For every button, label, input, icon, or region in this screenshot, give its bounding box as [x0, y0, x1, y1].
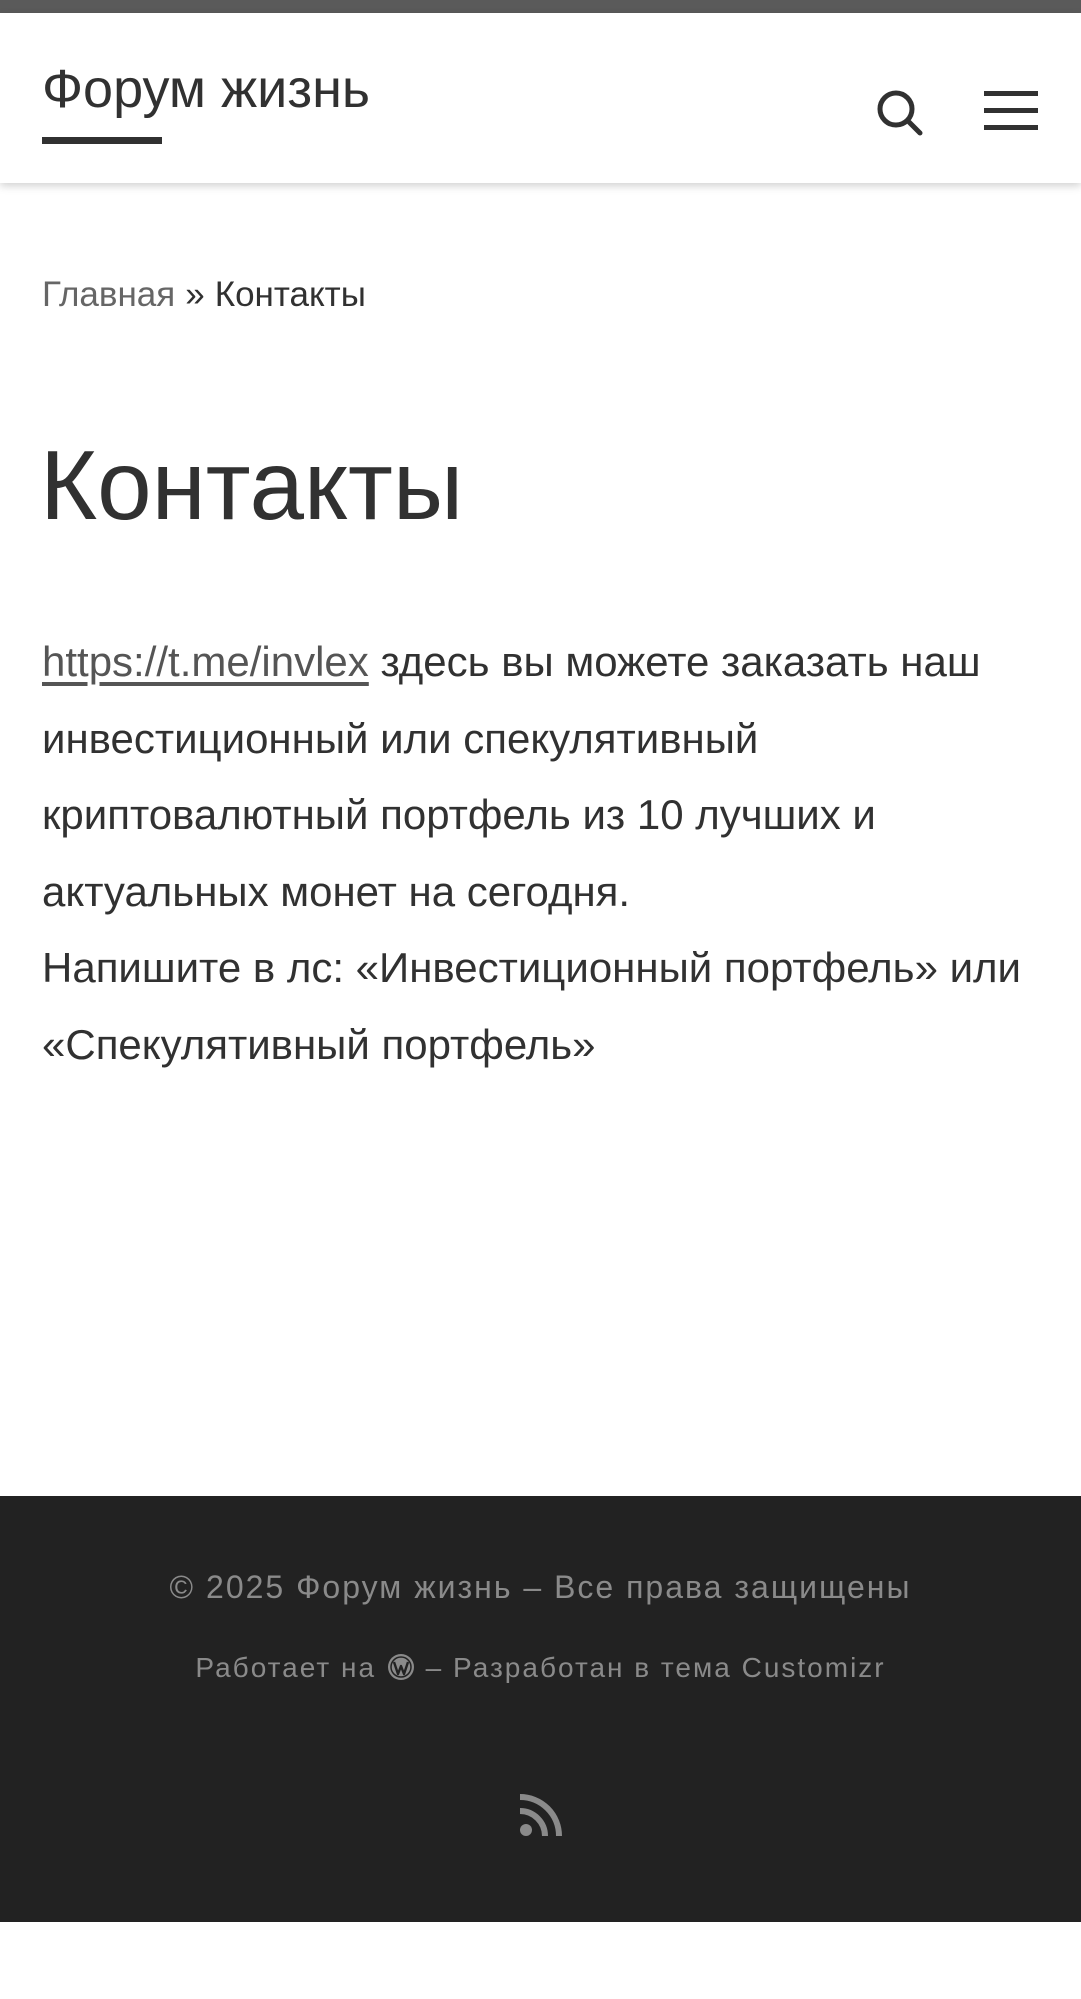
menu-button[interactable] [980, 83, 1042, 139]
site-header: Форум жизнь [0, 13, 1081, 183]
footer-copyright: © 2025 Форум жизнь – Все права защищены [169, 1569, 912, 1605]
search-icon [877, 90, 923, 136]
site-title-link[interactable]: Форум жизнь [42, 53, 370, 125]
top-bar [0, 0, 1081, 13]
wordpress-icon [387, 1654, 414, 1680]
telegram-link[interactable]: https://t.me/invlex [42, 638, 369, 685]
breadcrumb-home-link[interactable]: Главная [42, 275, 175, 314]
search-button[interactable] [872, 85, 928, 141]
footer-credits: Работает на – Разработан в тема Customiz… [0, 1648, 1081, 1688]
customizr-theme-link[interactable]: – Разработан в тема Customizr [426, 1652, 886, 1683]
wordpress-link[interactable] [386, 1652, 426, 1683]
powered-by-text: Работает на [195, 1652, 377, 1683]
rss-icon [519, 1794, 562, 1837]
content-second-line: Напишите в лс: «Инвестиционный портфель»… [42, 944, 1022, 1068]
breadcrumb-separator: » [185, 275, 205, 314]
hamburger-menu-icon [984, 91, 1038, 130]
page-content: https://t.me/invlex здесь вы можете зака… [42, 624, 1052, 1083]
site-footer: © 2025 Форум жизнь – Все права защищены … [0, 1496, 1081, 1922]
rss-button[interactable] [518, 1794, 562, 1838]
content-paragraph: https://t.me/invlex здесь вы можете зака… [42, 624, 1052, 1083]
breadcrumb-current: Контакты [214, 275, 366, 314]
page-title: Контакты [40, 430, 464, 540]
breadcrumb: Главная » Контакты [42, 270, 366, 320]
site-title-underline [42, 137, 162, 144]
